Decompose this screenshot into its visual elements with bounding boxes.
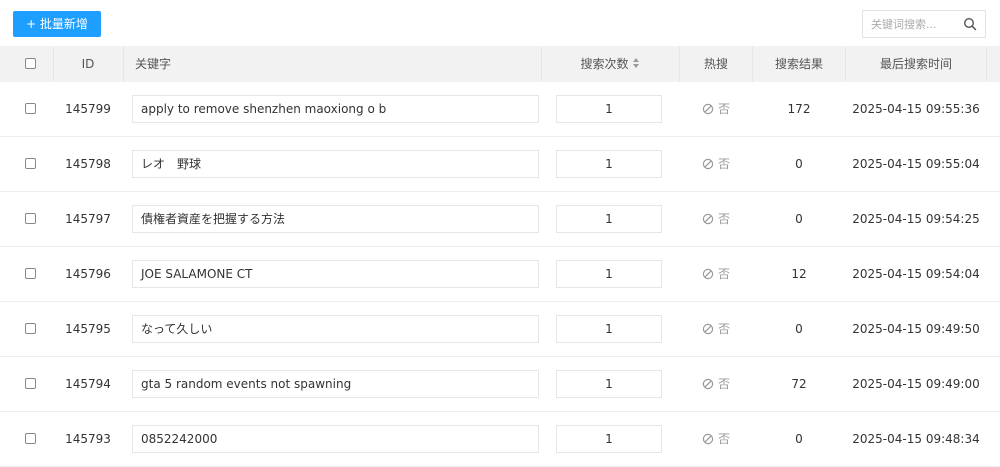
hot-toggle[interactable]: 否 <box>680 137 752 191</box>
toolbar: + 批量新增 <box>0 0 1000 45</box>
hot-label: 否 <box>717 322 730 336</box>
row-last-time: 2025-04-15 09:55:04 <box>852 157 980 171</box>
ban-icon <box>702 213 714 225</box>
row-checkbox[interactable] <box>25 433 36 444</box>
table-row: 145795 なって久しい 1 否 0 2025-04-15 09:49:50 <box>0 302 1000 357</box>
keyword-input[interactable]: apply to remove shenzhen maoxiong o b <box>132 95 539 123</box>
select-all-checkbox[interactable] <box>25 58 36 69</box>
keyword-input[interactable]: gta 5 random events not spawning <box>132 370 539 398</box>
row-id: 145796 <box>65 267 111 281</box>
header-hot: 热搜 <box>703 57 728 71</box>
table-row: 145796 JOE SALAMONE CT 1 否 12 2025-04-15… <box>0 247 1000 302</box>
table-row: 145798 レオ 野球 1 否 0 2025-04-15 09:55:04 <box>0 137 1000 192</box>
header-last-time: 最后搜索时间 <box>879 57 952 71</box>
header-id: ID <box>81 57 95 71</box>
row-last-time: 2025-04-15 09:55:36 <box>852 102 980 116</box>
hot-label: 否 <box>717 377 730 391</box>
hot-toggle[interactable]: 否 <box>680 82 752 136</box>
row-checkbox[interactable] <box>25 323 36 334</box>
search-box[interactable] <box>862 10 986 38</box>
ban-icon <box>702 158 714 170</box>
row-id: 145794 <box>65 377 111 391</box>
ban-icon <box>702 433 714 445</box>
row-results: 0 <box>795 157 803 171</box>
table-row: 145794 gta 5 random events not spawning … <box>0 357 1000 412</box>
count-input[interactable]: 1 <box>556 260 662 288</box>
batch-add-button[interactable]: + 批量新增 <box>13 11 101 37</box>
row-checkbox[interactable] <box>25 213 36 224</box>
hot-toggle[interactable]: 否 <box>680 357 752 411</box>
ban-icon <box>702 323 714 335</box>
header-keyword: 关键字 <box>135 57 172 71</box>
search-icon[interactable] <box>963 17 977 31</box>
hot-toggle[interactable]: 否 <box>680 247 752 301</box>
count-input[interactable]: 1 <box>556 370 662 398</box>
ban-icon <box>702 103 714 115</box>
table-header: ID 关键字 搜索次数 热搜 搜索结果 最后搜索时间 <box>0 46 1000 82</box>
count-input[interactable]: 1 <box>556 425 662 453</box>
row-results: 72 <box>791 377 807 391</box>
row-checkbox[interactable] <box>25 158 36 169</box>
hot-toggle[interactable]: 否 <box>680 302 752 356</box>
header-count-label: 搜索次数 <box>580 57 629 71</box>
column-divider <box>986 46 987 82</box>
row-checkbox[interactable] <box>25 103 36 114</box>
search-input[interactable] <box>863 11 969 37</box>
row-last-time: 2025-04-15 09:54:04 <box>852 267 980 281</box>
keyword-input[interactable]: なって久しい <box>132 315 539 343</box>
row-results: 0 <box>795 322 803 336</box>
row-id: 145795 <box>65 322 111 336</box>
row-id: 145799 <box>65 102 111 116</box>
ban-icon <box>702 268 714 280</box>
row-results: 172 <box>787 102 811 116</box>
row-checkbox[interactable] <box>25 268 36 279</box>
table-row: 145797 債権者資産を把握する方法 1 否 0 2025-04-15 09:… <box>0 192 1000 247</box>
row-last-time: 2025-04-15 09:49:50 <box>852 322 980 336</box>
sort-icon[interactable] <box>632 57 640 69</box>
row-id: 145797 <box>65 212 111 226</box>
hot-label: 否 <box>717 157 730 171</box>
table-row: 145799 apply to remove shenzhen maoxiong… <box>0 82 1000 137</box>
count-input[interactable]: 1 <box>556 150 662 178</box>
row-results: 0 <box>795 212 803 226</box>
row-results: 12 <box>791 267 807 281</box>
hot-toggle[interactable]: 否 <box>680 192 752 246</box>
keyword-input[interactable]: レオ 野球 <box>132 150 539 178</box>
table-row: 145793 0852242000 1 否 0 2025-04-15 09:48… <box>0 412 1000 467</box>
hot-label: 否 <box>717 267 730 281</box>
header-results: 搜索结果 <box>774 57 823 71</box>
count-input[interactable]: 1 <box>556 95 662 123</box>
row-last-time: 2025-04-15 09:49:00 <box>852 377 980 391</box>
ban-icon <box>702 378 714 390</box>
hot-label: 否 <box>717 212 730 226</box>
row-last-time: 2025-04-15 09:54:25 <box>852 212 980 226</box>
keyword-input[interactable]: 債権者資産を把握する方法 <box>132 205 539 233</box>
header-count[interactable]: 搜索次数 <box>541 46 679 82</box>
hot-label: 否 <box>717 432 730 446</box>
keyword-input[interactable]: 0852242000 <box>132 425 539 453</box>
row-id: 145798 <box>65 157 111 171</box>
keyword-input[interactable]: JOE SALAMONE CT <box>132 260 539 288</box>
count-input[interactable]: 1 <box>556 315 662 343</box>
row-checkbox[interactable] <box>25 378 36 389</box>
hot-label: 否 <box>717 102 730 116</box>
count-input[interactable]: 1 <box>556 205 662 233</box>
column-divider <box>123 46 124 82</box>
